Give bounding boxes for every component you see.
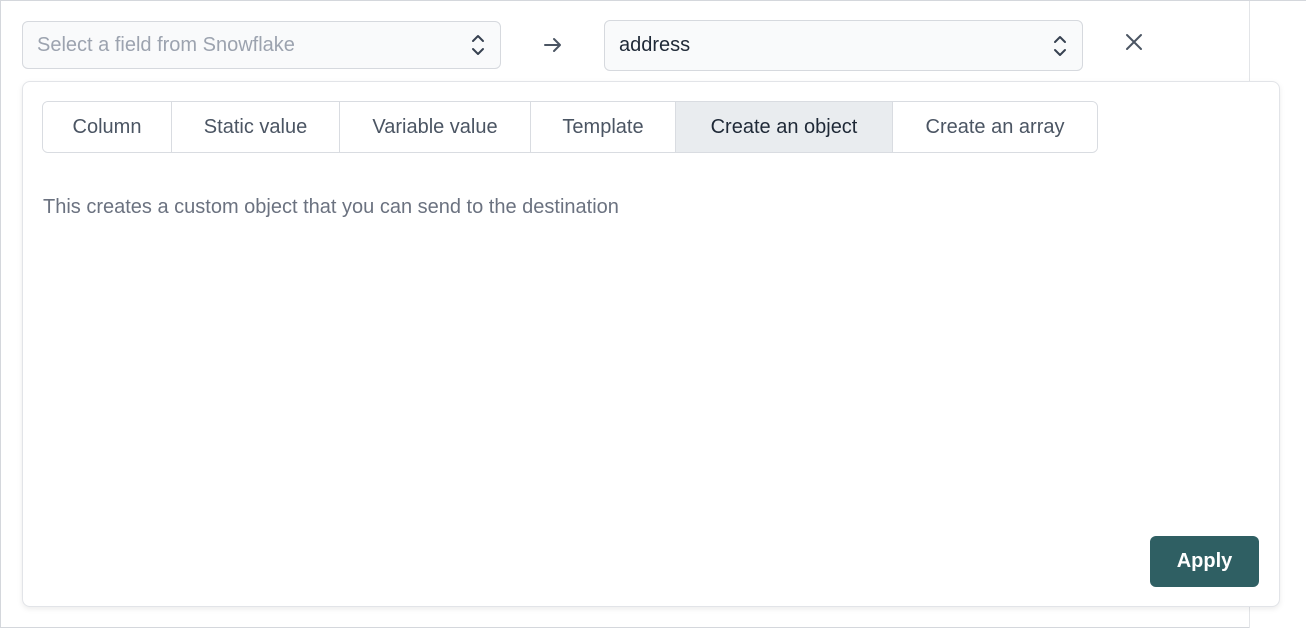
value-type-tabs: Column Static value Variable value Templ… xyxy=(42,101,1098,153)
tab-static-value[interactable]: Static value xyxy=(172,102,340,152)
tab-create-an-array[interactable]: Create an array xyxy=(893,102,1097,152)
tab-template[interactable]: Template xyxy=(531,102,676,152)
source-field-select[interactable]: Select a field from Snowflake xyxy=(22,21,501,69)
target-field-select[interactable]: address xyxy=(604,20,1083,71)
tab-description: This creates a custom object that you ca… xyxy=(43,196,619,218)
mapping-options-panel: Column Static value Variable value Templ… xyxy=(22,81,1280,607)
close-button[interactable] xyxy=(1119,29,1149,59)
tab-create-an-object[interactable]: Create an object xyxy=(676,102,893,152)
chevron-up-down-icon xyxy=(1052,32,1068,60)
target-field-value: address xyxy=(619,34,691,56)
close-icon xyxy=(1124,32,1144,57)
tab-column[interactable]: Column xyxy=(43,102,172,152)
arrow-right-icon xyxy=(541,33,565,57)
apply-button[interactable]: Apply xyxy=(1150,536,1259,587)
chevron-up-down-icon xyxy=(470,31,486,59)
source-field-placeholder: Select a field from Snowflake xyxy=(37,33,295,56)
tab-variable-value[interactable]: Variable value xyxy=(340,102,531,152)
